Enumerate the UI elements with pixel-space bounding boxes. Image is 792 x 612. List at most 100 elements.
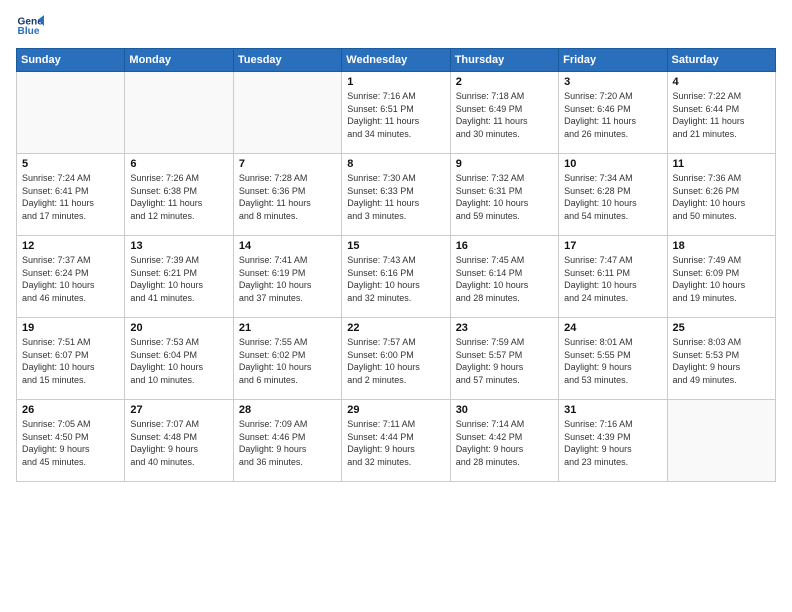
weekday-header-tuesday: Tuesday — [233, 49, 341, 72]
day-cell: 11 Sunrise: 7:36 AM Sunset: 6:26 PM Dayli… — [667, 154, 775, 236]
day-cell: 20 Sunrise: 7:53 AM Sunset: 6:04 PM Dayli… — [125, 318, 233, 400]
day-info: Sunrise: 7:07 AM Sunset: 4:48 PM Dayligh… — [130, 418, 227, 468]
weekday-header-saturday: Saturday — [667, 49, 775, 72]
weekday-header-row: SundayMondayTuesdayWednesdayThursdayFrid… — [17, 49, 776, 72]
day-number: 6 — [130, 158, 227, 170]
day-cell: 12Sunrise: 7:37 AM Sunset: 6:24 PM Dayli… — [17, 236, 125, 318]
header: General Blue — [16, 12, 776, 40]
day-number: 23 — [456, 322, 553, 334]
day-info: Sunrise: 7:59 AM Sunset: 5:57 PM Dayligh… — [456, 336, 553, 386]
day-cell: 23 Sunrise: 7:59 AM Sunset: 5:57 PM Dayli… — [450, 318, 558, 400]
day-number: 2 — [456, 76, 553, 88]
day-cell: 14Sunrise: 7:41 AM Sunset: 6:19 PM Dayli… — [233, 236, 341, 318]
day-cell: 28Sunrise: 7:09 AM Sunset: 4:46 PM Dayli… — [233, 400, 341, 482]
day-number: 21 — [239, 322, 336, 334]
svg-text:Blue: Blue — [18, 26, 40, 37]
day-info: Sunrise: 7:16 AM Sunset: 6:51 PM Dayligh… — [347, 90, 444, 140]
day-cell: 18 Sunrise: 7:49 AM Sunset: 6:09 PM Dayli… — [667, 236, 775, 318]
day-number: 31 — [564, 404, 661, 416]
day-info: Sunrise: 7:28 AM Sunset: 6:36 PM Dayligh… — [239, 172, 336, 222]
day-number: 8 — [347, 158, 444, 170]
day-info: Sunrise: 7:14 AM Sunset: 4:42 PM Dayligh… — [456, 418, 553, 468]
day-number: 18 — [673, 240, 770, 252]
day-info: Sunrise: 7:49 AM Sunset: 6:09 PM Dayligh… — [673, 254, 770, 304]
day-cell: 27 Sunrise: 7:07 AM Sunset: 4:48 PM Dayli… — [125, 400, 233, 482]
day-info: Sunrise: 7:45 AM Sunset: 6:14 PM Dayligh… — [456, 254, 553, 304]
week-row-5: 26 Sunrise: 7:05 AM Sunset: 4:50 PM Dayli… — [17, 400, 776, 482]
day-info: Sunrise: 7:05 AM Sunset: 4:50 PM Dayligh… — [22, 418, 119, 468]
day-info: Sunrise: 7:26 AM Sunset: 6:38 PM Dayligh… — [130, 172, 227, 222]
page: General Blue SundayMondayTuesdayWednesda… — [0, 0, 792, 612]
day-cell: 5 Sunrise: 7:24 AM Sunset: 6:41 PM Daylig… — [17, 154, 125, 236]
day-number: 1 — [347, 76, 444, 88]
day-cell: 7 Sunrise: 7:28 AM Sunset: 6:36 PM Daylig… — [233, 154, 341, 236]
day-cell: 6 Sunrise: 7:26 AM Sunset: 6:38 PM Daylig… — [125, 154, 233, 236]
day-info: Sunrise: 7:32 AM Sunset: 6:31 PM Dayligh… — [456, 172, 553, 222]
day-cell: 9 Sunrise: 7:32 AM Sunset: 6:31 PM Daylig… — [450, 154, 558, 236]
day-cell: 3 Sunrise: 7:20 AM Sunset: 6:46 PM Daylig… — [559, 72, 667, 154]
day-number: 11 — [673, 158, 770, 170]
week-row-3: 12Sunrise: 7:37 AM Sunset: 6:24 PM Dayli… — [17, 236, 776, 318]
day-cell: 29Sunrise: 7:11 AM Sunset: 4:44 PM Dayli… — [342, 400, 450, 482]
day-info: Sunrise: 7:51 AM Sunset: 6:07 PM Dayligh… — [22, 336, 119, 386]
day-number: 24 — [564, 322, 661, 334]
day-info: Sunrise: 7:11 AM Sunset: 4:44 PM Dayligh… — [347, 418, 444, 468]
day-number: 9 — [456, 158, 553, 170]
day-cell: 15 Sunrise: 7:43 AM Sunset: 6:16 PM Dayli… — [342, 236, 450, 318]
day-cell — [667, 400, 775, 482]
day-cell: 17Sunrise: 7:47 AM Sunset: 6:11 PM Dayli… — [559, 236, 667, 318]
day-cell: 26 Sunrise: 7:05 AM Sunset: 4:50 PM Dayli… — [17, 400, 125, 482]
day-number: 22 — [347, 322, 444, 334]
week-row-2: 5 Sunrise: 7:24 AM Sunset: 6:41 PM Daylig… — [17, 154, 776, 236]
week-row-4: 19Sunrise: 7:51 AM Sunset: 6:07 PM Dayli… — [17, 318, 776, 400]
day-cell: 24Sunrise: 8:01 AM Sunset: 5:55 PM Dayli… — [559, 318, 667, 400]
day-number: 16 — [456, 240, 553, 252]
day-info: Sunrise: 7:53 AM Sunset: 6:04 PM Dayligh… — [130, 336, 227, 386]
day-info: Sunrise: 7:43 AM Sunset: 6:16 PM Dayligh… — [347, 254, 444, 304]
day-number: 12 — [22, 240, 119, 252]
day-info: Sunrise: 8:03 AM Sunset: 5:53 PM Dayligh… — [673, 336, 770, 386]
weekday-header-thursday: Thursday — [450, 49, 558, 72]
day-info: Sunrise: 7:39 AM Sunset: 6:21 PM Dayligh… — [130, 254, 227, 304]
day-number: 15 — [347, 240, 444, 252]
day-cell: 31 Sunrise: 7:16 AM Sunset: 4:39 PM Dayli… — [559, 400, 667, 482]
day-number: 5 — [22, 158, 119, 170]
day-info: Sunrise: 7:20 AM Sunset: 6:46 PM Dayligh… — [564, 90, 661, 140]
day-number: 20 — [130, 322, 227, 334]
calendar-table: SundayMondayTuesdayWednesdayThursdayFrid… — [16, 48, 776, 482]
day-number: 10 — [564, 158, 661, 170]
day-info: Sunrise: 7:30 AM Sunset: 6:33 PM Dayligh… — [347, 172, 444, 222]
weekday-header-friday: Friday — [559, 49, 667, 72]
day-number: 13 — [130, 240, 227, 252]
day-cell — [233, 72, 341, 154]
day-cell: 4Sunrise: 7:22 AM Sunset: 6:44 PM Daylig… — [667, 72, 775, 154]
weekday-header-wednesday: Wednesday — [342, 49, 450, 72]
day-number: 27 — [130, 404, 227, 416]
day-cell: 13 Sunrise: 7:39 AM Sunset: 6:21 PM Dayli… — [125, 236, 233, 318]
day-cell: 22Sunrise: 7:57 AM Sunset: 6:00 PM Dayli… — [342, 318, 450, 400]
day-info: Sunrise: 7:24 AM Sunset: 6:41 PM Dayligh… — [22, 172, 119, 222]
day-number: 3 — [564, 76, 661, 88]
day-cell: 10 Sunrise: 7:34 AM Sunset: 6:28 PM Dayli… — [559, 154, 667, 236]
day-number: 7 — [239, 158, 336, 170]
day-number: 28 — [239, 404, 336, 416]
day-cell — [125, 72, 233, 154]
logo-icon: General Blue — [16, 12, 44, 40]
day-number: 30 — [456, 404, 553, 416]
day-info: Sunrise: 7:47 AM Sunset: 6:11 PM Dayligh… — [564, 254, 661, 304]
day-cell: 21 Sunrise: 7:55 AM Sunset: 6:02 PM Dayli… — [233, 318, 341, 400]
weekday-header-sunday: Sunday — [17, 49, 125, 72]
day-number: 25 — [673, 322, 770, 334]
day-info: Sunrise: 7:16 AM Sunset: 4:39 PM Dayligh… — [564, 418, 661, 468]
day-cell — [17, 72, 125, 154]
day-cell: 19Sunrise: 7:51 AM Sunset: 6:07 PM Dayli… — [17, 318, 125, 400]
day-info: Sunrise: 7:55 AM Sunset: 6:02 PM Dayligh… — [239, 336, 336, 386]
day-cell: 8 Sunrise: 7:30 AM Sunset: 6:33 PM Daylig… — [342, 154, 450, 236]
day-number: 26 — [22, 404, 119, 416]
day-cell: 30 Sunrise: 7:14 AM Sunset: 4:42 PM Dayli… — [450, 400, 558, 482]
day-info: Sunrise: 7:22 AM Sunset: 6:44 PM Dayligh… — [673, 90, 770, 140]
day-info: Sunrise: 7:34 AM Sunset: 6:28 PM Dayligh… — [564, 172, 661, 222]
day-cell: 25 Sunrise: 8:03 AM Sunset: 5:53 PM Dayli… — [667, 318, 775, 400]
day-info: Sunrise: 7:36 AM Sunset: 6:26 PM Dayligh… — [673, 172, 770, 222]
weekday-header-monday: Monday — [125, 49, 233, 72]
